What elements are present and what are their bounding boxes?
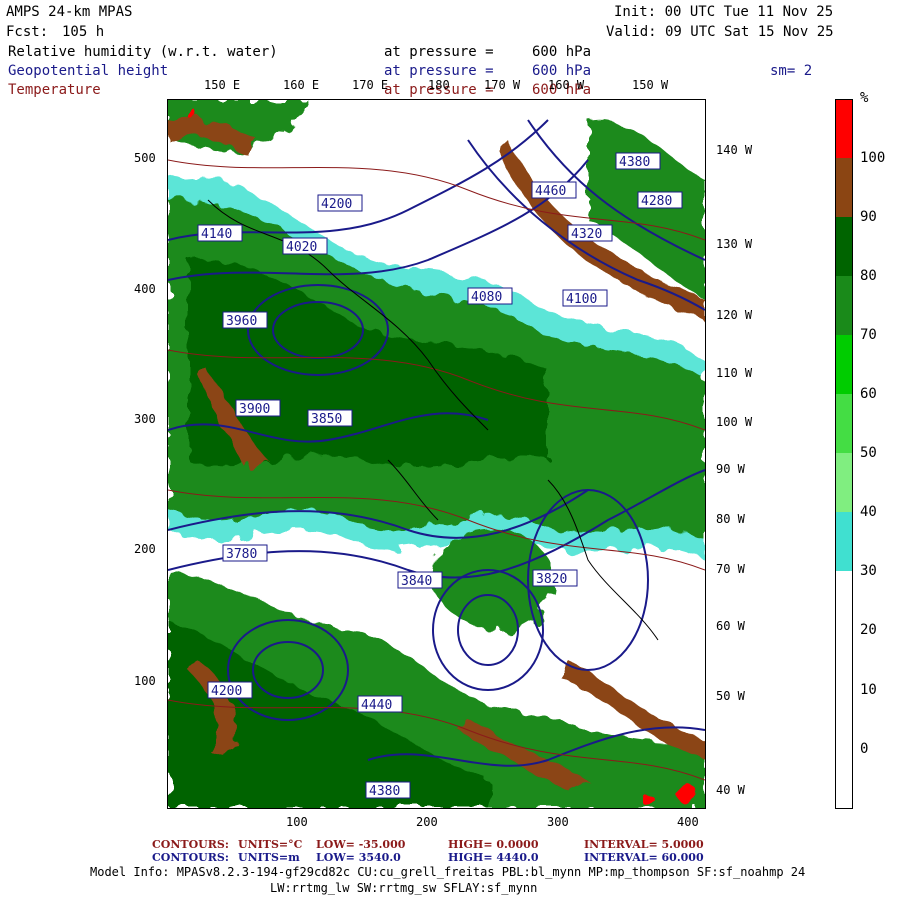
colorbar	[835, 99, 853, 809]
y-tick-100: 100	[134, 674, 156, 688]
height-label-4100: 4100	[566, 292, 597, 307]
field-height-pressure-label: at pressure =	[384, 63, 494, 79]
footer-temp-contours-label: CONTOURS:	[152, 838, 229, 851]
smoothing-label: sm= 2	[770, 63, 813, 79]
x-tick-300: 300	[547, 815, 569, 829]
field-temp-name: Temperature	[8, 82, 101, 98]
lon-label-80w: 80 W	[716, 512, 745, 526]
footer-height-units: UNITS=m	[238, 851, 300, 864]
lon-label-100w: 100 W	[716, 415, 753, 429]
forecast-hour: 105 h	[62, 24, 105, 40]
colorbar-segment-70	[836, 276, 852, 335]
lon-label-120w: 120 W	[716, 308, 753, 322]
colorbar-label-40: 40	[860, 504, 877, 520]
x-tick-100: 100	[286, 815, 308, 829]
height-label-3960: 3960	[226, 314, 257, 329]
colorbar-segment-60	[836, 335, 852, 394]
colorbar-segment-90	[836, 158, 852, 217]
x-tick-200: 200	[416, 815, 438, 829]
colorbar-label-50: 50	[860, 445, 877, 461]
footer-height-high: HIGH= 4440.0	[448, 851, 539, 864]
footer-temp-high: HIGH= 0.0000	[448, 838, 539, 851]
y-tick-500: 500	[134, 151, 156, 165]
y-tick-300: 300	[134, 412, 156, 426]
model-info-line1: Model Info: MPASv8.2.3-194-gf29cd82c CU:…	[90, 865, 806, 879]
footer-height-low: LOW= 3540.0	[316, 851, 401, 864]
colorbar-segment-100	[836, 100, 852, 158]
height-label-3900: 3900	[239, 402, 270, 417]
colorbar-segment-40	[836, 453, 852, 512]
height-label-4200-b: 4200	[211, 684, 242, 699]
colorbar-segment-80	[836, 217, 852, 276]
y-tick-200: 200	[134, 542, 156, 556]
lon-label-110w: 110 W	[716, 366, 753, 380]
x-tick-400: 400	[677, 815, 699, 829]
forecast-label: Fcst:	[6, 24, 49, 40]
colorbar-label-70: 70	[860, 327, 877, 343]
footer-temp-interval: INTERVAL= 5.0000	[584, 838, 704, 851]
lon-label-150e: 150 E	[204, 78, 241, 92]
colorbar-segment-below	[836, 571, 852, 808]
height-label-3850: 3850	[311, 412, 342, 427]
lon-label-140w: 140 W	[716, 143, 753, 157]
height-label-4280: 4280	[641, 194, 672, 209]
height-label-4080: 4080	[471, 290, 502, 305]
colorbar-segment-30	[836, 512, 852, 571]
height-label-3820: 3820	[536, 572, 567, 587]
init-time: Init: 00 UTC Tue 11 Nov 25	[614, 4, 834, 20]
footer-height-contours-label: CONTOURS:	[152, 851, 229, 864]
height-label-4440: 4440	[361, 698, 392, 713]
colorbar-label-20: 20	[860, 622, 877, 638]
height-label-4020: 4020	[286, 240, 317, 255]
lon-label-40w: 40 W	[716, 783, 745, 797]
y-tick-400: 400	[134, 282, 156, 296]
map-panel: 4380 4460 4280 4200 4140 4320 4020 3960 …	[167, 99, 706, 809]
lon-label-50w: 50 W	[716, 689, 745, 703]
lon-label-160e: 160 E	[283, 78, 320, 92]
model-title: AMPS 24-km MPAS	[6, 4, 133, 20]
lon-label-150w: 150 W	[632, 78, 669, 92]
colorbar-label-30: 30	[860, 563, 877, 579]
colorbar-unit: %	[860, 90, 869, 106]
height-label-4460: 4460	[535, 184, 566, 199]
field-height-pressure: 600 hPa	[532, 63, 592, 79]
colorbar-label-60: 60	[860, 386, 877, 402]
humidity-fill	[168, 100, 705, 808]
lon-label-170w: 170 W	[484, 78, 521, 92]
lon-label-70w: 70 W	[716, 562, 745, 576]
valid-time: Valid: 09 UTC Sat 15 Nov 25	[606, 24, 834, 40]
field-rh-name: Relative humidity (w.r.t. water)	[8, 44, 278, 60]
lon-label-60w: 60 W	[716, 619, 745, 633]
field-rh-pressure: 600 hPa	[532, 44, 592, 60]
model-info-line2: LW:rrtmg_lw SW:rrtmg_sw SFLAY:sf_mynn	[270, 881, 538, 895]
field-height-name: Geopotential height	[8, 63, 169, 79]
colorbar-label-10: 10	[860, 682, 877, 698]
height-label-3840: 3840	[401, 574, 432, 589]
lon-label-130w: 130 W	[716, 237, 753, 251]
lon-label-90w: 90 W	[716, 462, 745, 476]
colorbar-label-80: 80	[860, 268, 877, 284]
lon-label-180: 180	[428, 78, 450, 92]
footer-temp-units: UNITS=°C	[238, 838, 303, 851]
height-label-4380-b: 4380	[369, 784, 400, 799]
map-svg: 4380 4460 4280 4200 4140 4320 4020 3960 …	[168, 100, 705, 808]
field-rh-pressure-label: at pressure =	[384, 44, 494, 60]
height-label-4140: 4140	[201, 227, 232, 242]
height-label-4320: 4320	[571, 227, 602, 242]
footer-height-interval: INTERVAL= 60.000	[584, 851, 704, 864]
lon-label-160w: 160 W	[548, 78, 585, 92]
footer-temp-low: LOW= -35.000	[316, 838, 406, 851]
colorbar-label-90: 90	[860, 209, 877, 225]
lon-label-170e: 170 E	[352, 78, 389, 92]
height-label-3780: 3780	[226, 547, 257, 562]
colorbar-label-0: 0	[860, 741, 869, 757]
height-label-4200: 4200	[321, 197, 352, 212]
colorbar-segment-50	[836, 394, 852, 453]
height-label-4380-a: 4380	[619, 155, 650, 170]
colorbar-label-100: 100	[860, 150, 886, 166]
